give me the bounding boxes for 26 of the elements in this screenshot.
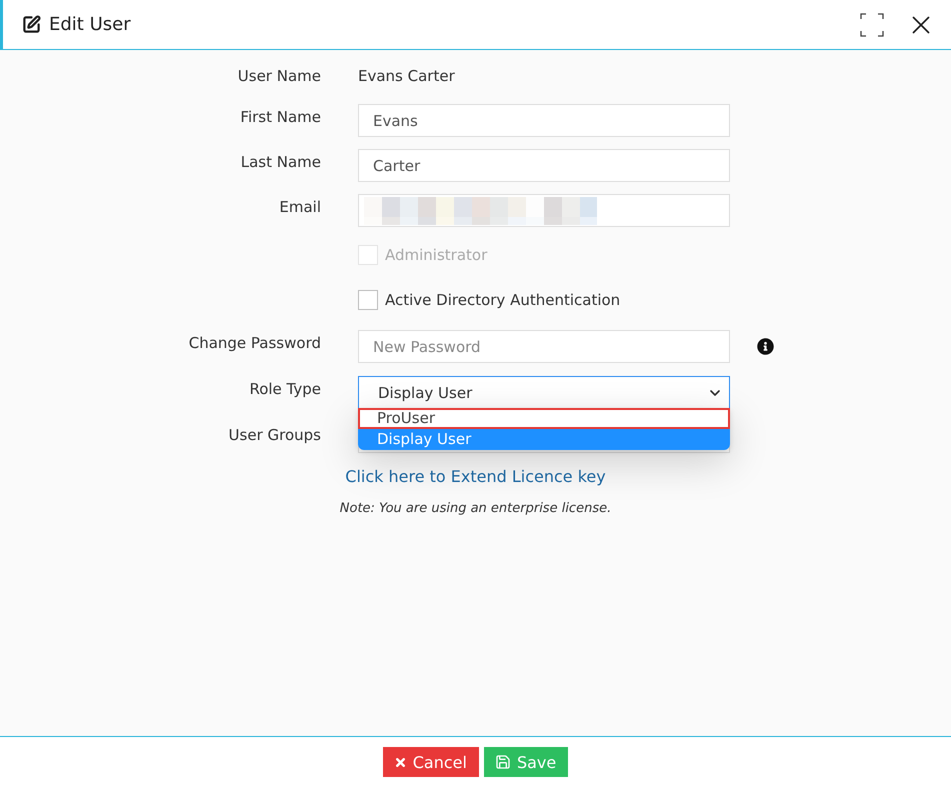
edit-icon: [22, 15, 41, 34]
checkbox-label: Administrator: [385, 245, 488, 265]
field-label: Email: [278, 197, 321, 217]
field-label: Role Type: [248, 379, 321, 399]
cancel-button[interactable]: Cancel: [382, 747, 479, 777]
checkbox-label: Active Directory Authentication: [385, 290, 620, 310]
input-field[interactable]: Carter: [358, 149, 730, 182]
extend-licence-link[interactable]: Click here to Extend Licence key: [345, 467, 606, 487]
maximize-icon: [860, 12, 884, 36]
field-label: User Name: [236, 66, 321, 87]
maximize-button[interactable]: [860, 12, 884, 36]
dropdown-select[interactable]: Display User: [358, 376, 730, 409]
field-label: Change Password: [188, 333, 321, 353]
dropdown-option[interactable]: ProUser: [358, 408, 730, 429]
close-icon: [394, 756, 407, 768]
checkbox[interactable]: [358, 290, 378, 310]
user-name-value: Evans Carter: [358, 66, 455, 87]
input-field[interactable]: Evans: [358, 104, 730, 137]
field-label: User Groups: [228, 425, 321, 445]
password-field[interactable]: New Password: [358, 330, 730, 363]
input-field[interactable]: [358, 194, 730, 227]
field-label: Last Name: [240, 152, 321, 172]
field-label: First Name: [239, 107, 321, 127]
dialog-title: Edit User: [49, 12, 132, 36]
license-note: Note: You are using an enterprise license.: [340, 500, 612, 518]
info-icon: [757, 338, 774, 355]
